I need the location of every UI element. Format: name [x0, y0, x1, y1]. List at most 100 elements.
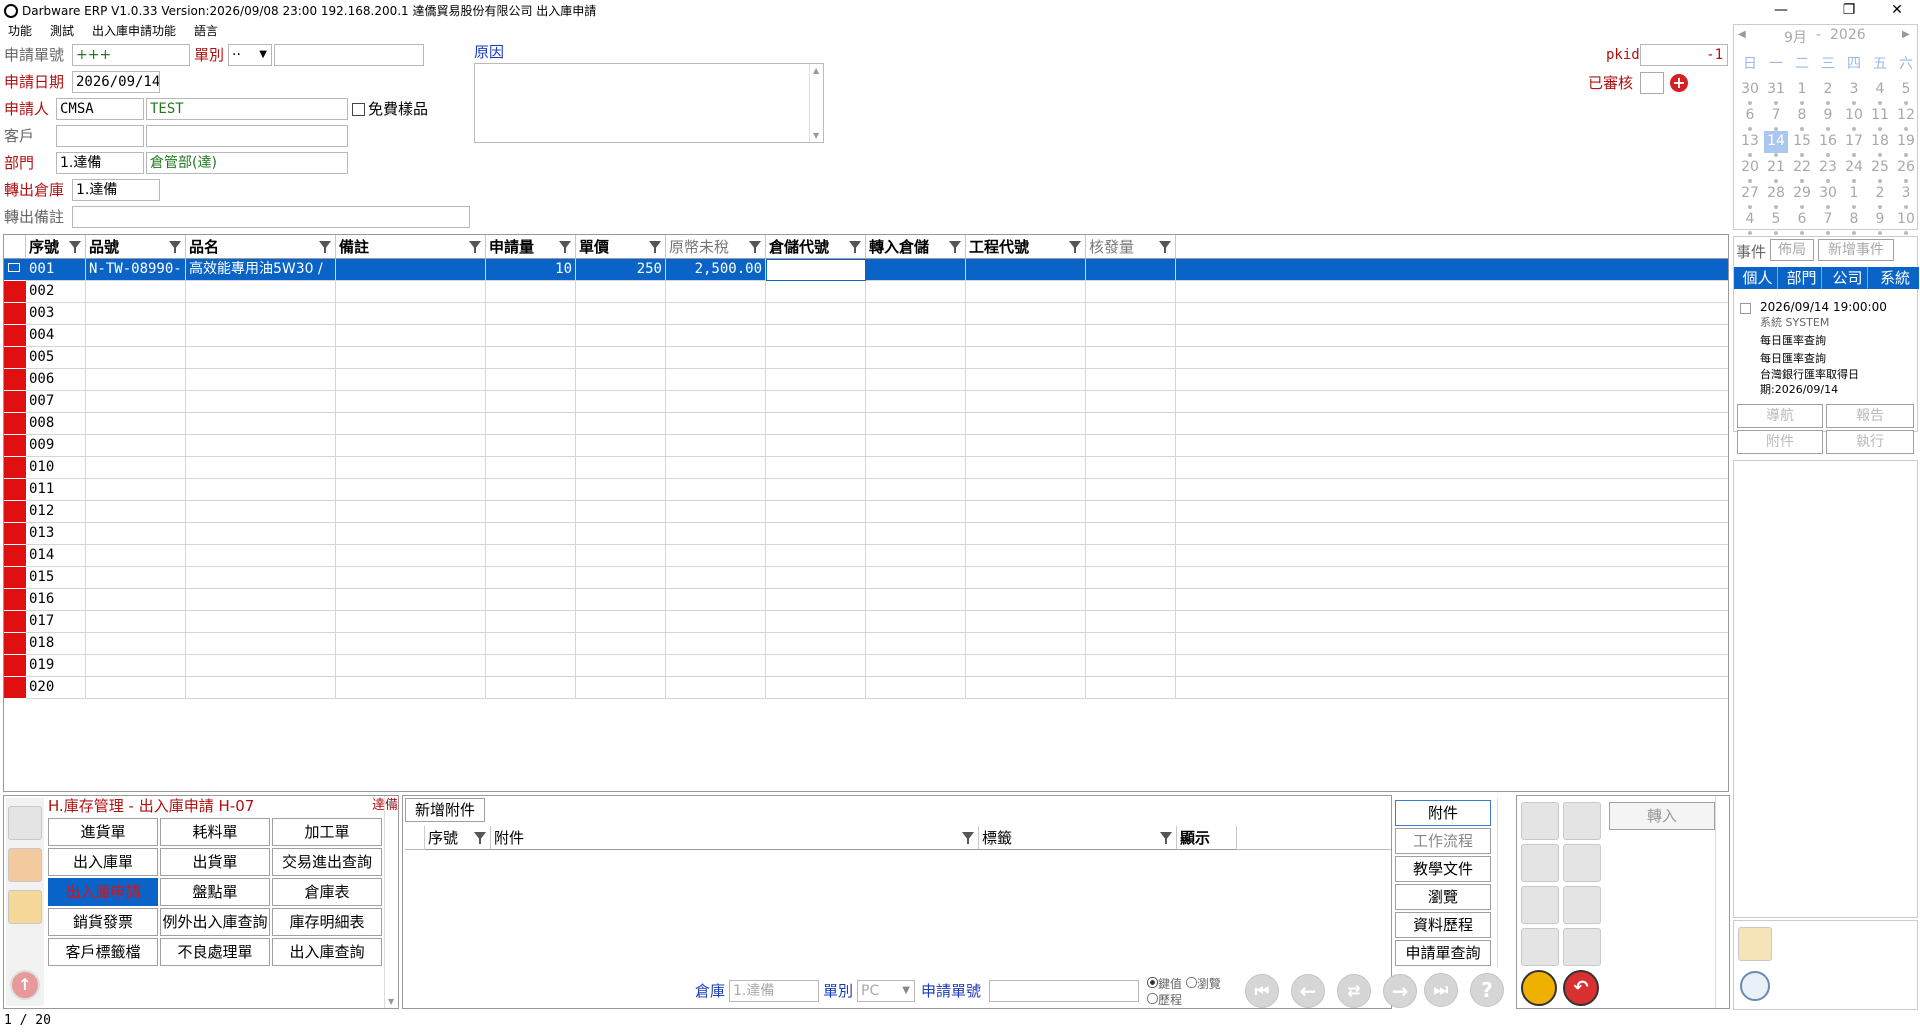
- row-indicator[interactable]: [4, 281, 26, 303]
- type-select[interactable]: ·· ▼: [228, 44, 272, 66]
- module-button[interactable]: 例外出入庫查詢: [160, 908, 270, 936]
- cell-issued[interactable]: [1086, 369, 1176, 391]
- row-indicator[interactable]: [4, 545, 26, 567]
- radio-browse[interactable]: [1185, 977, 1197, 988]
- cell-qty[interactable]: [486, 545, 576, 567]
- cell-item-name[interactable]: [186, 523, 336, 545]
- cell-storage[interactable]: [766, 281, 866, 303]
- calendar-day[interactable]: 2: [1868, 183, 1892, 205]
- cell-item-no[interactable]: [86, 655, 186, 677]
- cell-note[interactable]: [336, 677, 486, 699]
- cell-note[interactable]: [336, 523, 486, 545]
- module-button[interactable]: 加工單: [272, 818, 382, 846]
- attach-scrollbar[interactable]: [1497, 798, 1511, 968]
- cell-note[interactable]: [336, 611, 486, 633]
- module-button[interactable]: 銷貨發票: [48, 908, 158, 936]
- cell-qty[interactable]: [486, 325, 576, 347]
- module-button[interactable]: 庫存明細表: [272, 908, 382, 936]
- cell-price[interactable]: [576, 413, 666, 435]
- cell-price[interactable]: [576, 655, 666, 677]
- execute-button[interactable]: 執行: [1826, 430, 1914, 454]
- cell-transfer-in[interactable]: [866, 633, 966, 655]
- calendar-day[interactable]: 6: [1790, 209, 1814, 231]
- grid-header-col-seq[interactable]: 序號: [26, 235, 86, 259]
- filter-icon[interactable]: [949, 241, 961, 253]
- event-checkbox[interactable]: [1740, 303, 1751, 314]
- cell-item-name[interactable]: [186, 303, 336, 325]
- cell-qty[interactable]: [486, 523, 576, 545]
- clock-icon[interactable]: [1740, 971, 1770, 1001]
- cell-project[interactable]: [966, 259, 1086, 281]
- cell-issued[interactable]: [1086, 633, 1176, 655]
- robot-icon[interactable]: [1738, 927, 1772, 961]
- scroll-up-icon[interactable]: ▲: [388, 798, 394, 807]
- calendar-day[interactable]: 2: [1816, 79, 1840, 101]
- cell-storage[interactable]: [766, 655, 866, 677]
- add-event-button[interactable]: 新增事件: [1818, 239, 1894, 261]
- row-indicator[interactable]: [4, 589, 26, 611]
- cell-amount[interactable]: [666, 281, 766, 303]
- cell-transfer-in[interactable]: [866, 655, 966, 677]
- filter-icon[interactable]: [649, 241, 661, 253]
- cell-storage[interactable]: [766, 347, 866, 369]
- cell-transfer-in[interactable]: [866, 325, 966, 347]
- cell-storage[interactable]: [766, 633, 866, 655]
- scroll-down-icon[interactable]: ▼: [813, 131, 819, 140]
- cell-storage[interactable]: [766, 435, 866, 457]
- att-col-file[interactable]: 附件: [491, 826, 979, 850]
- cell-project[interactable]: [966, 501, 1086, 523]
- row-indicator[interactable]: [4, 633, 26, 655]
- calendar-day[interactable]: 5: [1894, 79, 1918, 101]
- print-icon[interactable]: [1563, 844, 1601, 882]
- help-icon[interactable]: ?: [1470, 973, 1504, 1007]
- prev-month-icon[interactable]: ◀: [1738, 29, 1746, 40]
- minimize-button[interactable]: —: [1758, 0, 1804, 22]
- cell-transfer-in[interactable]: [866, 501, 966, 523]
- cell-amount[interactable]: [666, 369, 766, 391]
- cell-price[interactable]: [576, 501, 666, 523]
- module-button[interactable]: 出貨單: [160, 848, 270, 876]
- cell-qty[interactable]: [486, 677, 576, 699]
- att-col-show[interactable]: 顯示: [1177, 826, 1237, 850]
- calendar-day[interactable]: 25: [1868, 157, 1892, 179]
- cell-amount[interactable]: [666, 633, 766, 655]
- cell-note[interactable]: [336, 633, 486, 655]
- cell-transfer-in[interactable]: [866, 281, 966, 303]
- cell-item-no[interactable]: [86, 435, 186, 457]
- cell-project[interactable]: [966, 677, 1086, 699]
- footer-type-select[interactable]: PC ▼: [857, 980, 915, 1002]
- cell-item-name[interactable]: [186, 655, 336, 677]
- calendar-day[interactable]: 13: [1738, 131, 1762, 153]
- cell-amount[interactable]: [666, 457, 766, 479]
- table-row[interactable]: 019: [4, 655, 1728, 677]
- cell-item-no[interactable]: [86, 281, 186, 303]
- cell-transfer-in[interactable]: [866, 611, 966, 633]
- tab-department[interactable]: 部門: [1782, 267, 1822, 289]
- cell-item-name[interactable]: [186, 413, 336, 435]
- req-no-input[interactable]: +++: [72, 44, 190, 66]
- cell-transfer-in[interactable]: [866, 391, 966, 413]
- att-col-tag[interactable]: 標籤: [979, 826, 1177, 850]
- calendar-day[interactable]: 23: [1816, 157, 1840, 179]
- footer-wh-input[interactable]: 1.達備: [729, 980, 819, 1002]
- row-indicator[interactable]: [4, 655, 26, 677]
- grid-header-col-storage[interactable]: 倉儲代號: [766, 235, 866, 259]
- cell-qty[interactable]: [486, 479, 576, 501]
- navigate-button[interactable]: 導航: [1737, 404, 1823, 428]
- calendar-day[interactable]: 14: [1764, 131, 1788, 153]
- tab-company[interactable]: 公司: [1828, 267, 1868, 289]
- attach-side-button[interactable]: 附件: [1395, 800, 1491, 826]
- search-doc-icon[interactable]: [1563, 928, 1601, 966]
- cell-storage[interactable]: [766, 501, 866, 523]
- cell-qty[interactable]: [486, 281, 576, 303]
- cell-transfer-in[interactable]: [866, 347, 966, 369]
- cell-note[interactable]: [336, 435, 486, 457]
- cell-project[interactable]: [966, 303, 1086, 325]
- row-indicator[interactable]: [4, 457, 26, 479]
- cell-storage[interactable]: [766, 589, 866, 611]
- table-row[interactable]: 003: [4, 303, 1728, 325]
- save-icon[interactable]: [1521, 970, 1557, 1006]
- cell-amount[interactable]: [666, 325, 766, 347]
- cell-price[interactable]: 250: [576, 259, 666, 281]
- cell-issued[interactable]: [1086, 281, 1176, 303]
